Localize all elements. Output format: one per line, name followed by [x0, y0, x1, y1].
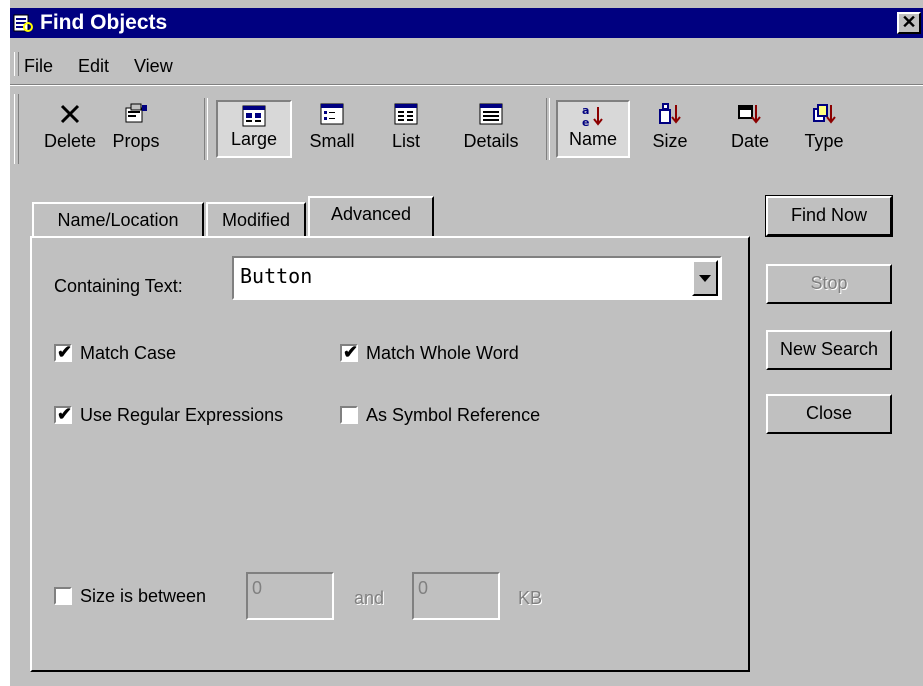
new-search-button[interactable]: New Search [766, 330, 892, 370]
size-label: Size [652, 131, 688, 151]
menu-bar: File Edit View [10, 44, 923, 84]
list-view-icon [394, 103, 418, 125]
delete-label: Delete [43, 131, 97, 151]
containing-text-combobox[interactable]: Button [232, 256, 722, 300]
size-min-field[interactable]: 0 [246, 572, 334, 620]
props-label: Props [112, 131, 160, 151]
symbol-reference-label[interactable]: As Symbol Reference [366, 405, 540, 426]
list-view-button[interactable]: List [374, 100, 438, 158]
sort-by-type-button[interactable]: Type [792, 100, 856, 158]
delete-x-icon [60, 104, 80, 124]
size-min-value: 0 [252, 578, 263, 598]
sort-type-icon [813, 104, 836, 124]
containing-text-label: Containing Text: [54, 276, 183, 296]
details-label: Details [463, 131, 519, 151]
size-unit-label: KB [518, 588, 543, 608]
small-label: Small [309, 131, 355, 151]
use-regex-checkbox[interactable]: ✔ [54, 404, 73, 424]
sort-date-icon [738, 105, 761, 124]
menu-file[interactable]: File [24, 56, 53, 77]
sort-name-icon: ae [582, 104, 603, 129]
details-view-icon [479, 103, 503, 125]
small-icons-view-icon [320, 103, 344, 125]
sort-size-icon [659, 103, 681, 124]
size-max-field[interactable]: 0 [412, 572, 500, 620]
combobox-dropdown-button[interactable] [692, 260, 718, 296]
properties-icon [125, 103, 147, 123]
tab-advanced[interactable]: Advanced [308, 196, 434, 236]
window-title: Find Objects [40, 11, 168, 34]
symbol-reference-checkbox[interactable] [340, 406, 358, 424]
tab-modified-label: Modified [221, 210, 291, 230]
match-case-checkbox[interactable]: ✔ [54, 342, 73, 362]
toolbar-separator [546, 98, 550, 160]
menu-view[interactable]: View [134, 56, 173, 77]
close-icon: ✕ [901, 12, 917, 32]
find-now-button[interactable]: Find Now [765, 195, 893, 237]
small-icons-button[interactable]: Small [300, 100, 364, 158]
size-max-value: 0 [418, 578, 429, 598]
type-label: Type [804, 131, 844, 151]
toolbar: Delete Props Large Small List Details ae… [10, 86, 923, 176]
find-objects-app-icon [13, 14, 33, 32]
match-whole-word-label[interactable]: Match Whole Word [366, 343, 519, 364]
list-label: List [391, 131, 420, 151]
large-icons-button[interactable]: Large [216, 100, 292, 158]
checkmark-icon: ✔ [57, 404, 73, 424]
tab-advanced-label: Advanced [330, 204, 412, 224]
toolbar-separator [204, 98, 208, 160]
checkmark-icon: ✔ [57, 342, 73, 362]
close-button[interactable]: Close [766, 394, 892, 434]
size-between-checkbox[interactable] [54, 587, 72, 605]
tab-name-location[interactable]: Name/Location [32, 202, 204, 236]
close-window-button[interactable]: ✕ [897, 12, 921, 34]
tab-modified[interactable]: Modified [206, 202, 306, 236]
size-between-label[interactable]: Size is between [80, 586, 206, 607]
stop-button[interactable]: Stop [766, 264, 892, 304]
left-edge [0, 0, 10, 686]
containing-text-value: Button [240, 264, 313, 288]
checkmark-icon: ✔ [343, 342, 359, 362]
menu-edit[interactable]: Edit [78, 56, 109, 77]
sort-by-date-button[interactable]: Date [718, 100, 782, 158]
delete-button[interactable]: Delete [38, 100, 102, 158]
title-bar: Find Objects ✕ [10, 8, 923, 38]
sort-by-size-button[interactable]: Size [638, 100, 702, 158]
svg-text:e: e [582, 116, 589, 129]
chevron-down-icon [699, 275, 711, 282]
large-label: Large [230, 129, 278, 149]
props-button[interactable]: Props [104, 100, 168, 158]
use-regex-label[interactable]: Use Regular Expressions [80, 405, 283, 426]
toolbar-grip[interactable] [14, 94, 19, 164]
large-icons-view-icon [242, 105, 266, 127]
date-label: Date [730, 131, 770, 151]
sort-by-name-button[interactable]: ae Name [556, 100, 630, 158]
tab-name-location-label: Name/Location [57, 210, 179, 230]
details-view-button[interactable]: Details [446, 100, 536, 158]
size-and-label: and [354, 588, 385, 608]
menu-bar-grip[interactable] [14, 52, 19, 76]
name-label: Name [568, 129, 617, 149]
match-whole-word-checkbox[interactable]: ✔ [340, 342, 359, 362]
match-case-label[interactable]: Match Case [80, 343, 176, 364]
